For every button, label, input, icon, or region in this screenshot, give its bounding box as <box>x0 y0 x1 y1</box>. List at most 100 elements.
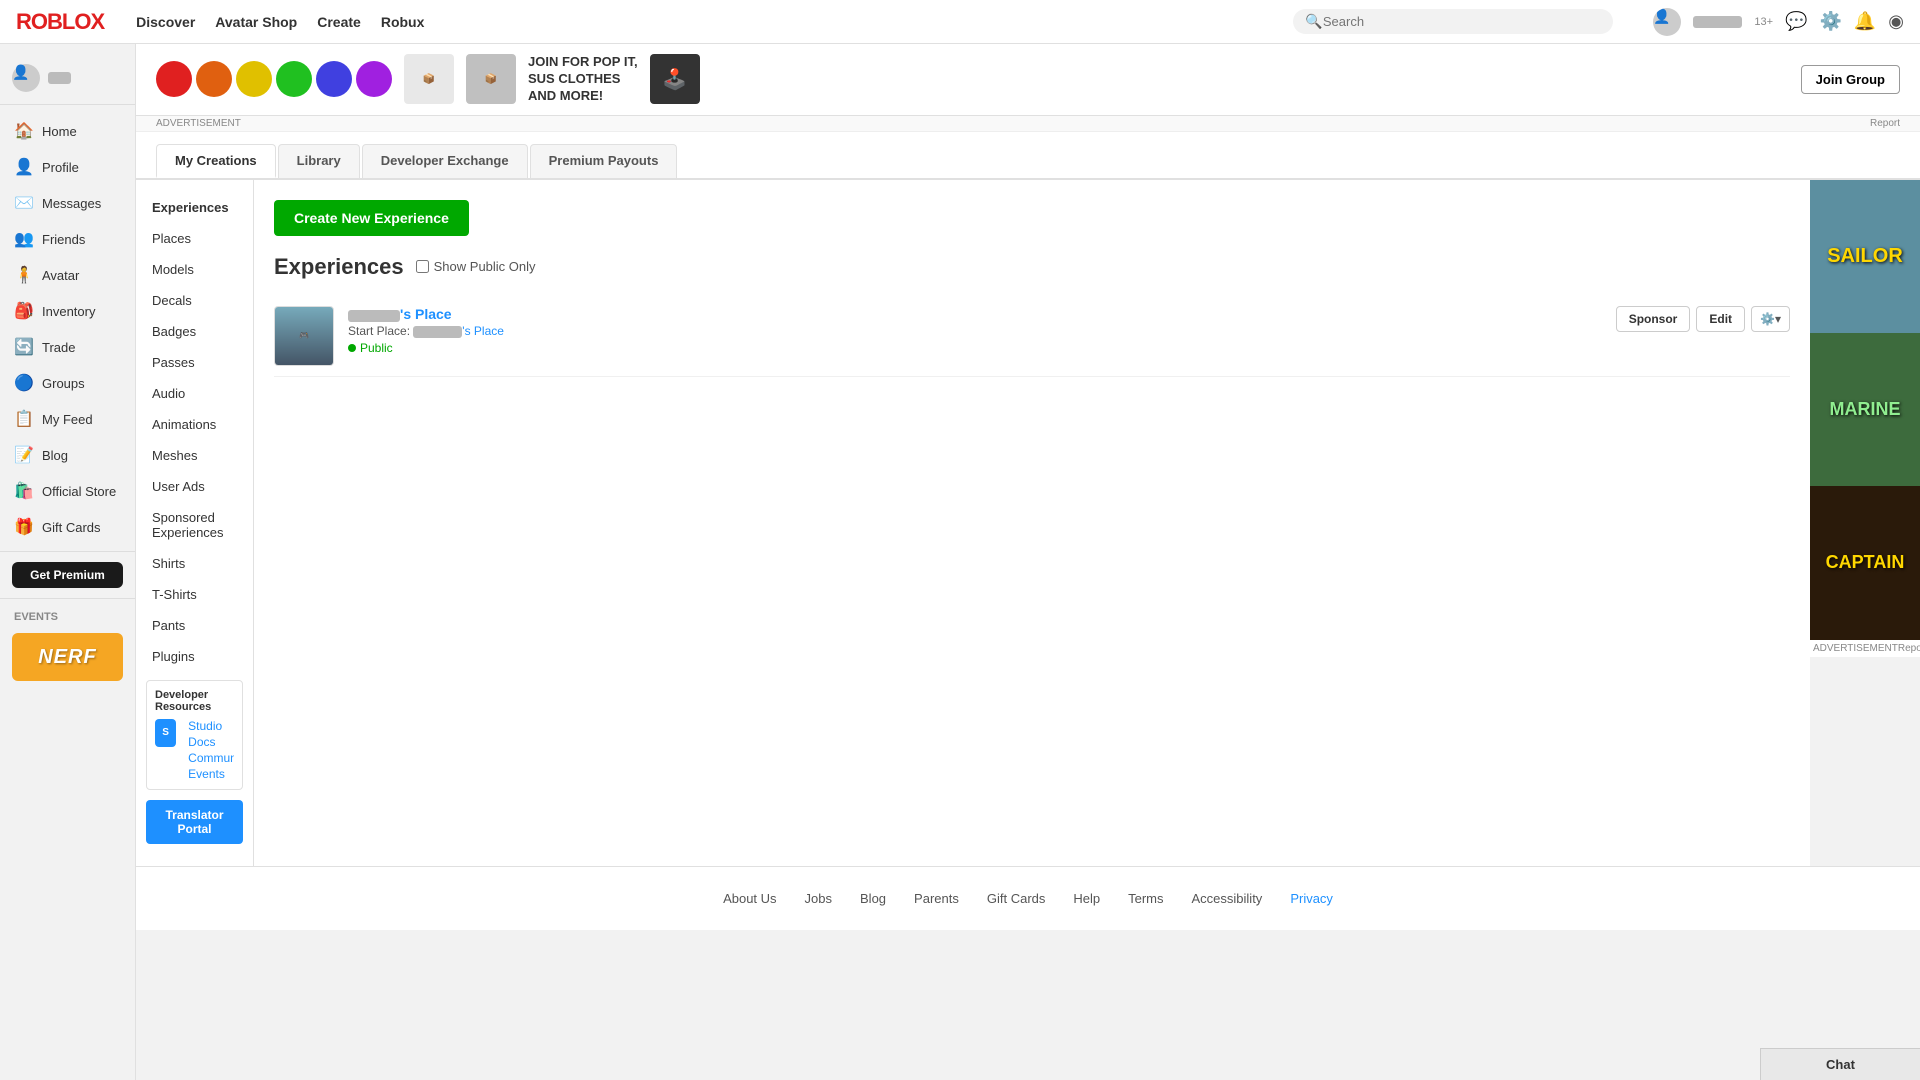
avatar[interactable]: 👤 <box>1653 8 1681 36</box>
sidebar-item-profile[interactable]: 👤 Profile <box>0 149 135 185</box>
edit-button[interactable]: Edit <box>1696 306 1745 332</box>
sidebar-item-inventory[interactable]: 🎒 Inventory <box>0 293 135 329</box>
create-sidebar-meshes[interactable]: Meshes <box>136 440 253 471</box>
ad-circle-purple <box>356 61 392 97</box>
dev-resources-links: Studio Docs Community Events <box>188 719 234 781</box>
create-sidebar-plugins[interactable]: Plugins <box>136 641 253 672</box>
footer-terms[interactable]: Terms <box>1128 891 1163 906</box>
sidebar-item-my-feed[interactable]: 📋 My Feed <box>0 401 135 437</box>
notification-icon[interactable]: 🔔 <box>1854 11 1876 32</box>
sidebar-user[interactable]: 👤 user <box>0 56 135 105</box>
footer-help[interactable]: Help <box>1073 891 1100 906</box>
nav-discover[interactable]: Discover <box>136 14 195 30</box>
show-public-text: Show Public Only <box>434 259 536 274</box>
sponsor-button[interactable]: Sponsor <box>1616 306 1691 332</box>
tab-my-creations[interactable]: My Creations <box>156 144 276 178</box>
sidebar-avatar-label: Avatar <box>42 268 79 283</box>
sidebar-divider <box>0 551 135 552</box>
roblox-logo[interactable]: ROBLOX <box>16 9 104 35</box>
create-sidebar-animations[interactable]: Animations <box>136 409 253 440</box>
footer-jobs[interactable]: Jobs <box>805 891 832 906</box>
right-ad-report-link[interactable]: Report <box>1898 643 1920 654</box>
translator-portal-button[interactable]: Translator Portal <box>146 800 243 844</box>
developer-resources-box: Developer Resources S Studio Docs Commun… <box>146 680 243 790</box>
create-sidebar-experiences[interactable]: Experiences <box>136 192 253 223</box>
footer: About Us Jobs Blog Parents Gift Cards He… <box>136 866 1920 930</box>
footer-privacy[interactable]: Privacy <box>1290 891 1333 906</box>
create-sidebar-places[interactable]: Places <box>136 223 253 254</box>
get-premium-button[interactable]: Get Premium <box>12 562 123 588</box>
footer-gift-cards[interactable]: Gift Cards <box>987 891 1046 906</box>
create-sidebar-decals[interactable]: Decals <box>136 285 253 316</box>
dev-link-events[interactable]: Events <box>188 767 234 781</box>
nav-avatar-shop[interactable]: Avatar Shop <box>215 14 297 30</box>
sidebar-item-trade[interactable]: 🔄 Trade <box>0 329 135 365</box>
search-bar[interactable]: 🔍 <box>1293 9 1613 34</box>
captain-section: CAPTAIN <box>1810 486 1920 639</box>
sidebar-item-blog[interactable]: 📝 Blog <box>0 437 135 473</box>
show-public-label[interactable]: Show Public Only <box>416 259 536 274</box>
search-icon: 🔍 <box>1305 13 1322 30</box>
show-public-checkbox[interactable] <box>416 260 429 273</box>
advertisement-label: ADVERTISEMENT <box>156 118 241 129</box>
nav-create[interactable]: Create <box>317 14 361 30</box>
experiences-title: Experiences <box>274 254 404 280</box>
join-group-button[interactable]: Join Group <box>1801 65 1900 94</box>
status-dot <box>348 344 356 352</box>
dev-link-community[interactable]: Community <box>188 751 234 765</box>
nav-robux[interactable]: Robux <box>381 14 425 30</box>
footer-blog[interactable]: Blog <box>860 891 886 906</box>
create-sidebar-badges[interactable]: Badges <box>136 316 253 347</box>
start-place-link[interactable]: username's Place <box>413 324 504 338</box>
chat-icon[interactable]: 💬 <box>1785 11 1807 32</box>
sidebar-item-home[interactable]: 🏠 Home <box>0 113 135 149</box>
status-text: Public <box>360 341 393 355</box>
create-sidebar-audio[interactable]: Audio <box>136 378 253 409</box>
search-input[interactable] <box>1323 14 1602 29</box>
right-ad-image: SAILOR MARINE CAPTAIN <box>1810 180 1920 640</box>
experience-name[interactable]: username's Place <box>348 306 1602 322</box>
sidebar-profile-label: Profile <box>42 160 79 175</box>
avatar-icon: 🧍 <box>14 265 34 285</box>
sidebar-item-avatar[interactable]: 🧍 Avatar <box>0 257 135 293</box>
settings-icon[interactable]: ⚙️ <box>1819 11 1841 32</box>
create-sidebar-models[interactable]: Models <box>136 254 253 285</box>
sidebar-item-gift-cards[interactable]: 🎁 Gift Cards <box>0 509 135 545</box>
footer-parents[interactable]: Parents <box>914 891 959 906</box>
events-banner[interactable]: NERF <box>12 633 123 681</box>
sidebar-item-groups[interactable]: 🔵 Groups <box>0 365 135 401</box>
dev-link-studio[interactable]: Studio <box>188 719 234 733</box>
chat-bar[interactable]: Chat <box>1760 1048 1920 1080</box>
start-place-prefix: username <box>413 326 462 338</box>
robux-icon[interactable]: ◉ <box>1888 11 1904 32</box>
create-new-experience-button[interactable]: Create New Experience <box>274 200 469 236</box>
create-sidebar-sponsored-experiences[interactable]: Sponsored Experiences <box>136 502 253 548</box>
sidebar: 👤 user 🏠 Home 👤 Profile ✉️ Messages 👥 Fr… <box>0 44 136 1080</box>
nav-username: username <box>1693 16 1742 28</box>
home-icon: 🏠 <box>14 121 34 141</box>
footer-accessibility[interactable]: Accessibility <box>1192 891 1263 906</box>
ad-product-image-2: 📦 <box>466 54 516 104</box>
sidebar-friends-label: Friends <box>42 232 85 247</box>
tab-library[interactable]: Library <box>278 144 360 178</box>
create-sidebar-pants[interactable]: Pants <box>136 610 253 641</box>
ad-text-line3: AND MORE! <box>528 88 638 105</box>
create-left-sidebar: Experiences Places Models Decals Badges … <box>136 180 254 866</box>
tab-developer-exchange[interactable]: Developer Exchange <box>362 144 528 178</box>
inventory-icon: 🎒 <box>14 301 34 321</box>
create-sidebar-user-ads[interactable]: User Ads <box>136 471 253 502</box>
ad-circle-red <box>156 61 192 97</box>
marine-section: MARINE <box>1810 333 1920 486</box>
create-sidebar-t-shirts[interactable]: T-Shirts <box>136 579 253 610</box>
ad-character: 🕹️ <box>650 54 700 104</box>
dev-link-docs[interactable]: Docs <box>188 735 234 749</box>
sidebar-item-messages[interactable]: ✉️ Messages <box>0 185 135 221</box>
gear-button[interactable]: ⚙️▾ <box>1751 306 1790 332</box>
sidebar-item-friends[interactable]: 👥 Friends <box>0 221 135 257</box>
tab-premium-payouts[interactable]: Premium Payouts <box>530 144 678 178</box>
create-sidebar-passes[interactable]: Passes <box>136 347 253 378</box>
footer-about-us[interactable]: About Us <box>723 891 776 906</box>
create-sidebar-shirts[interactable]: Shirts <box>136 548 253 579</box>
report-link[interactable]: Report <box>1870 118 1900 129</box>
sidebar-item-official-store[interactable]: 🛍️ Official Store <box>0 473 135 509</box>
